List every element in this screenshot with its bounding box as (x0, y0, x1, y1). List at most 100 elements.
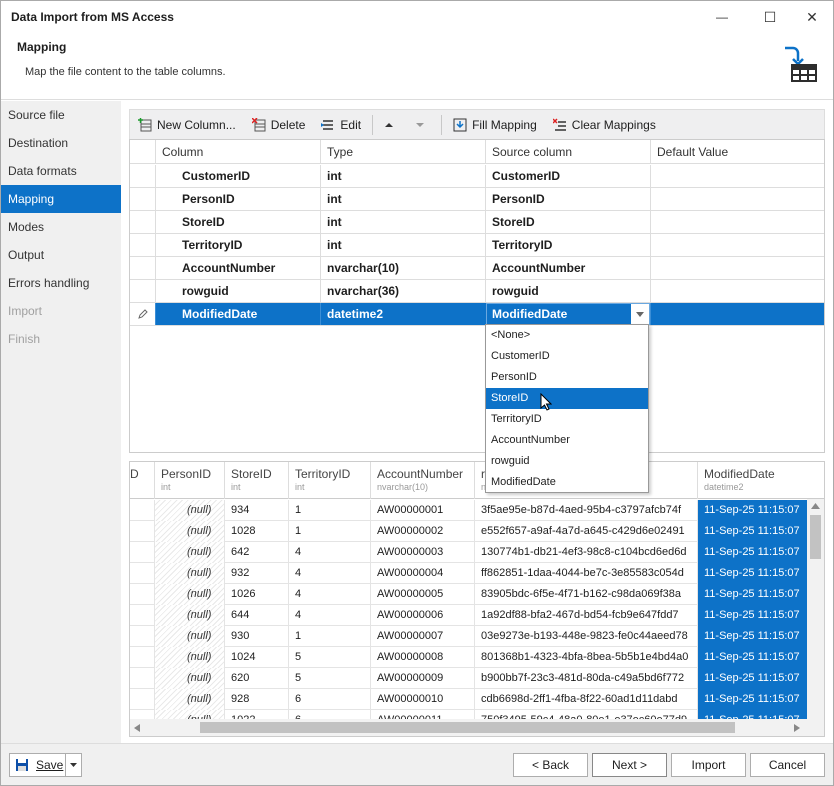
mapping-cell-default[interactable] (650, 234, 826, 256)
table-row[interactable]: (null) 928 6 AW00000010 cdb6698d-2ff1-4fba-8… (130, 689, 824, 710)
table-cell-guid: 801368b1-4323-4bfa-8bea-5b5b1e4bd4a0 (474, 647, 697, 668)
table-cell-partial (130, 647, 154, 668)
vertical-scrollbar-thumb[interactable] (810, 515, 821, 559)
mapping-cell-default[interactable] (650, 257, 826, 279)
mapping-row[interactable]: CustomerID int CustomerID (130, 165, 824, 188)
table-row[interactable]: (null) 620 5 AW00000009 b900bb7f-23c3-481d-8… (130, 668, 824, 689)
mapping-cell-default[interactable] (650, 165, 826, 187)
table-cell-account: AW00000009 (370, 668, 474, 689)
next-button[interactable]: Next > (592, 753, 667, 777)
mapping-cell-source[interactable]: rowguid (485, 280, 650, 302)
mapping-cell-default[interactable] (650, 188, 826, 210)
clear-mappings-button[interactable]: Clear Mappings (545, 112, 664, 138)
table-row[interactable]: (null) 1026 4 AW00000005 83905bdc-6f5e-4f71-… (130, 584, 824, 605)
cancel-button[interactable]: Cancel (750, 753, 825, 777)
column-header-source-column[interactable]: Source column (485, 140, 650, 164)
page-subtitle: Map the file content to the table column… (25, 66, 226, 78)
mapping-cell-default[interactable] (650, 303, 826, 325)
sidebar-item-modes[interactable]: Modes (1, 213, 121, 241)
column-header-type[interactable]: Type (320, 140, 485, 164)
import-button[interactable]: Import (671, 753, 746, 777)
mapping-cell-source[interactable]: AccountNumber (485, 257, 650, 279)
table-row[interactable]: (null) 934 1 AW00000001 3f5ae95e-b87d-4aed-9… (130, 500, 824, 521)
dropdown-option-modifieddate[interactable]: ModifiedDate (486, 472, 648, 493)
column-header-column[interactable]: Column (155, 140, 320, 164)
mapping-cell-source[interactable]: CustomerID (485, 165, 650, 187)
table-cell-guid: ff862851-1daa-4044-be7c-3e85583c054d (474, 563, 697, 584)
table-cell-partial (130, 521, 154, 542)
mapping-cell-default[interactable] (650, 211, 826, 233)
row-edit-indicator (130, 303, 155, 325)
preview-header-storeid[interactable]: StoreID int (224, 462, 288, 499)
source-column-dropdown: <None> CustomerID PersonID StoreID Terri… (485, 324, 649, 493)
table-cell-person: (null) (154, 626, 224, 647)
sidebar-item-data-formats[interactable]: Data formats (1, 157, 121, 185)
dropdown-option-accountnumber[interactable]: AccountNumber (486, 430, 648, 451)
dropdown-option-none[interactable]: <None> (486, 325, 648, 346)
horizontal-scrollbar-thumb[interactable] (200, 722, 735, 733)
horizontal-scrollbar[interactable] (130, 719, 824, 736)
new-column-button[interactable]: New Column... (130, 112, 244, 138)
table-cell-store: 620 (224, 668, 288, 689)
delete-button[interactable]: Delete (244, 112, 314, 138)
preview-header-modifieddate[interactable]: ModifiedDate datetime2 (697, 462, 809, 499)
mapping-row[interactable]: PersonID int PersonID (130, 188, 824, 211)
preview-header-territoryid[interactable]: TerritoryID int (288, 462, 370, 499)
table-cell-territory: 5 (288, 668, 370, 689)
new-column-icon (138, 117, 152, 131)
table-row[interactable]: (null) 1028 1 AW00000002 e552f657-a9af-4a7d-… (130, 521, 824, 542)
sidebar-item-mapping[interactable]: Mapping (1, 185, 121, 213)
mapping-cell-source[interactable]: StoreID (485, 211, 650, 233)
table-row[interactable]: (null) 930 1 AW00000007 03e9273e-b193-448e-9… (130, 626, 824, 647)
save-button[interactable]: Save (9, 753, 65, 777)
dropdown-option-customerid[interactable]: CustomerID (486, 346, 648, 367)
mapping-cell-default[interactable] (650, 280, 826, 302)
dropdown-option-territoryid[interactable]: TerritoryID (486, 409, 648, 430)
edit-label: Edit (340, 117, 362, 132)
mapping-cell-column: PersonID (155, 188, 320, 210)
mapping-row[interactable]: TerritoryID int TerritoryID (130, 234, 824, 257)
column-header-default-value[interactable]: Default Value (650, 140, 826, 164)
mapping-cell-type: datetime2 (320, 303, 485, 325)
minimize-button[interactable]: — (699, 1, 745, 33)
mapping-row[interactable]: AccountNumber nvarchar(10) AccountNumber (130, 257, 824, 280)
mapping-cell-source[interactable]: PersonID (485, 188, 650, 210)
sidebar-item-errors-handling[interactable]: Errors handling (1, 269, 121, 297)
maximize-button[interactable]: ☐ (747, 1, 793, 33)
source-column-combobox[interactable]: ModifiedDate (486, 303, 650, 325)
table-cell-person: (null) (154, 500, 224, 521)
chevron-down-icon[interactable] (631, 304, 649, 324)
close-button[interactable]: ✕ (789, 1, 834, 33)
edit-button[interactable]: Edit (313, 112, 369, 138)
preview-header-personid[interactable]: PersonID int (154, 462, 224, 499)
table-row[interactable]: (null) 644 4 AW00000006 1a92df88-bfa2-467d-b… (130, 605, 824, 626)
move-down-button[interactable] (407, 112, 438, 138)
mapping-cell-source[interactable]: TerritoryID (485, 234, 650, 256)
mapping-row[interactable]: StoreID int StoreID (130, 211, 824, 234)
back-button[interactable]: < Back (513, 753, 588, 777)
move-up-button[interactable] (376, 112, 407, 138)
preview-header-accountnumber[interactable]: AccountNumber nvarchar(10) (370, 462, 474, 499)
table-row[interactable]: (null) 1024 5 AW00000008 801368b1-4323-4bfa-… (130, 647, 824, 668)
table-cell-partial (130, 668, 154, 689)
mapping-row[interactable]: rowguid nvarchar(36) rowguid (130, 280, 824, 303)
table-cell-date: 11-Sep-25 11:15:07 (697, 500, 809, 521)
table-cell-territory: 4 (288, 542, 370, 563)
preview-grid-header: D PersonID int StoreID int TerritoryID int … (130, 462, 824, 499)
dropdown-option-personid[interactable]: PersonID (486, 367, 648, 388)
sidebar-item-source-file[interactable]: Source file (1, 101, 121, 129)
save-dropdown-button[interactable] (65, 753, 82, 777)
fill-mapping-button[interactable]: Fill Mapping (445, 112, 545, 138)
sidebar-item-destination[interactable]: Destination (1, 129, 121, 157)
mapping-row-selected[interactable]: ModifiedDate datetime2 (130, 303, 824, 326)
dropdown-option-rowguid[interactable]: rowguid (486, 451, 648, 472)
sidebar-item-output[interactable]: Output (1, 241, 121, 269)
table-cell-partial (130, 584, 154, 605)
dropdown-option-storeid[interactable]: StoreID (486, 388, 648, 411)
vertical-scrollbar[interactable] (807, 499, 824, 719)
mapping-cell-type: nvarchar(10) (320, 257, 485, 279)
table-row[interactable]: (null) 642 4 AW00000003 130774b1-db21-4ef3-9… (130, 542, 824, 563)
table-cell-person: (null) (154, 647, 224, 668)
mapping-cell-type: int (320, 188, 485, 210)
table-row[interactable]: (null) 932 4 AW00000004 ff862851-1daa-4044-b… (130, 563, 824, 584)
